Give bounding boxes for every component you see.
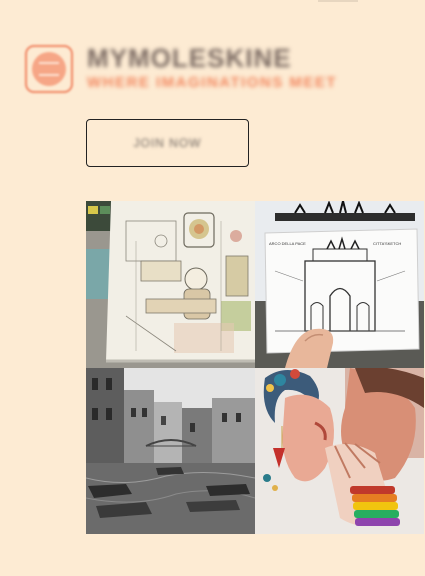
join-now-button[interactable]: JOIN NOW <box>86 119 249 167</box>
gallery-image-room-sketch[interactable] <box>86 201 255 368</box>
gallery-image-arch-sketch[interactable]: ARCO DELLA PACE CITTA'SKETCH <box>255 201 424 368</box>
brand-logo-icon[interactable] <box>25 45 73 93</box>
arch-caption-right: CITTA'SKETCH <box>373 241 401 246</box>
brand-header: MYMOLESKINE WHERE IMAGINATIONS MEET <box>25 43 405 95</box>
brand-tagline: WHERE IMAGINATIONS MEET <box>87 74 338 91</box>
join-now-label: JOIN NOW <box>133 136 202 150</box>
arch-caption-left: ARCO DELLA PACE <box>269 241 306 246</box>
gallery-image-couple-painting[interactable] <box>255 368 424 534</box>
brand-name: MYMOLESKINE <box>87 43 292 73</box>
image-gallery: ARCO DELLA PACE CITTA'SKETCH <box>86 201 424 534</box>
top-divider <box>318 0 358 2</box>
gallery-image-canal-photo[interactable] <box>86 368 255 534</box>
